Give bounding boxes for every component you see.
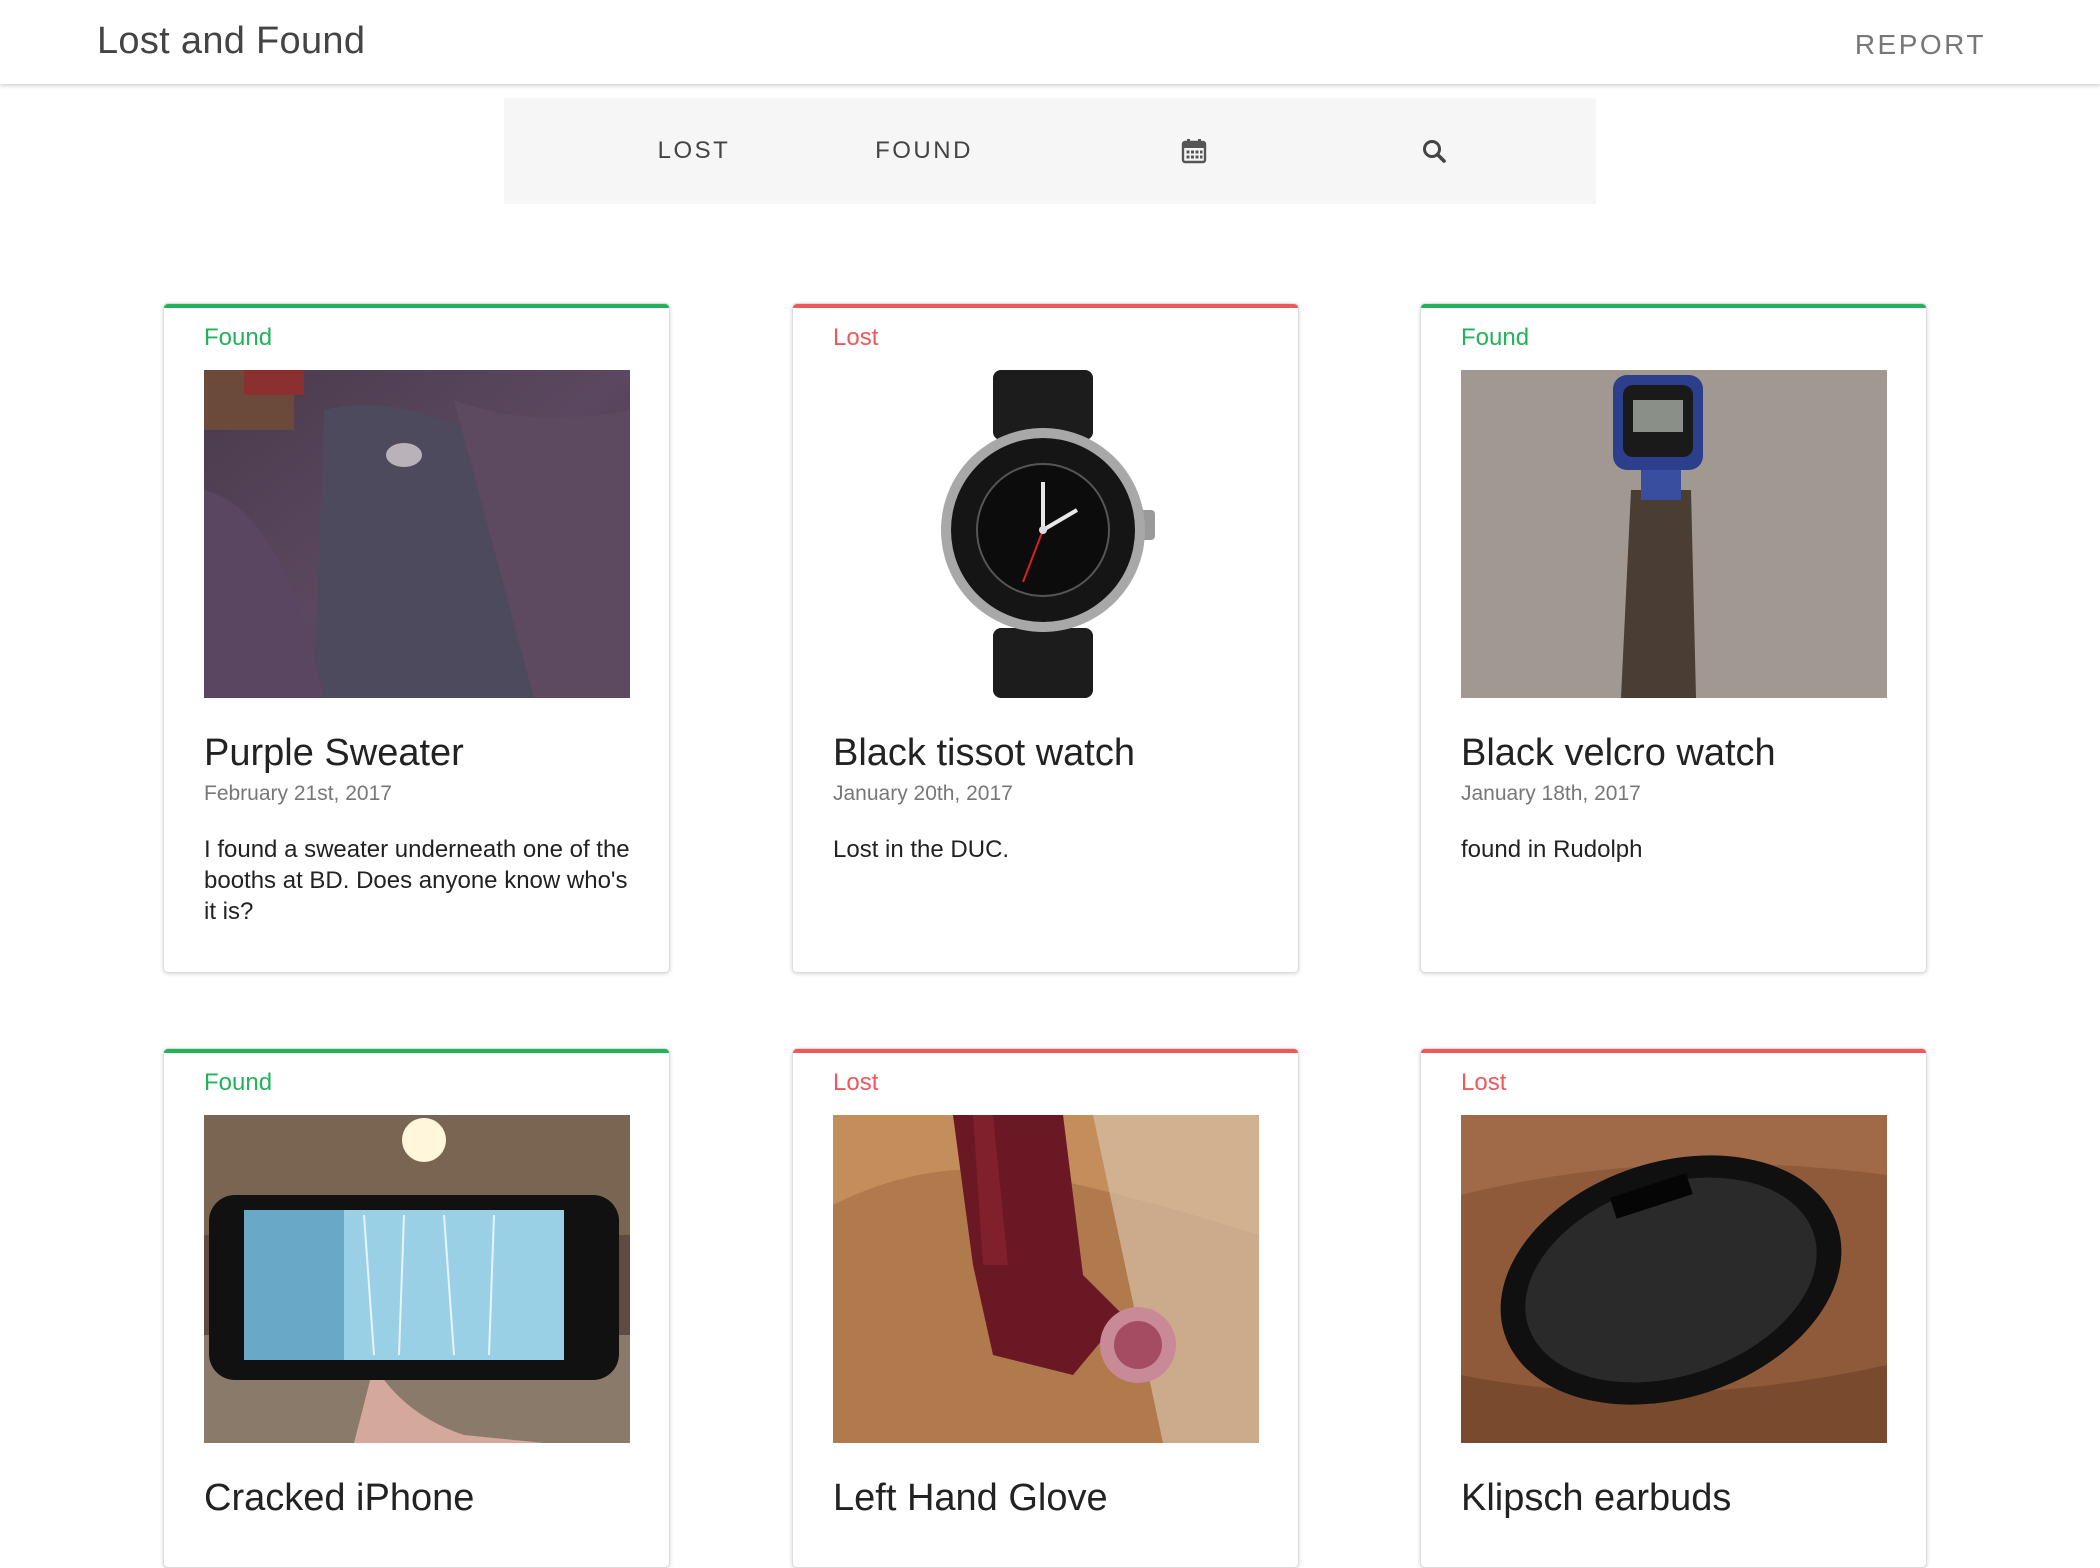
item-photo[interactable] <box>204 370 630 698</box>
filter-found-tab[interactable]: FOUND <box>844 98 1004 204</box>
item-title[interactable]: Purple Sweater <box>204 732 464 775</box>
top-navbar: Lost and Found REPORT <box>0 0 2100 84</box>
status-label: Found <box>1461 324 1530 351</box>
item-date: January 18th, 2017 <box>1461 782 1641 805</box>
status-label: Found <box>204 1069 273 1096</box>
item-card[interactable]: Found Cracked iPhone <box>163 1048 670 1568</box>
item-photo[interactable] <box>1461 1115 1887 1443</box>
item-photo[interactable] <box>833 1115 1259 1443</box>
status-bar <box>164 1049 669 1053</box>
calendar-button[interactable] <box>1144 98 1244 204</box>
item-title[interactable]: Black velcro watch <box>1461 732 1776 775</box>
calendar-icon <box>1181 139 1207 164</box>
status-bar <box>793 304 1298 308</box>
status-label: Lost <box>833 1069 879 1096</box>
item-card[interactable]: Lost Left Hand Glove <box>792 1048 1299 1568</box>
status-label: Lost <box>833 324 879 351</box>
item-date: February 21st, 2017 <box>204 782 392 805</box>
report-button[interactable]: REPORT <box>1855 29 1986 61</box>
app-title[interactable]: Lost and Found <box>97 20 365 63</box>
item-photo[interactable] <box>204 1115 630 1443</box>
item-description: I found a sweater underneath one of the … <box>204 836 630 925</box>
filter-lost-tab[interactable]: LOST <box>614 98 774 204</box>
search-button[interactable] <box>1384 98 1484 204</box>
status-bar <box>1421 1049 1926 1053</box>
item-card[interactable]: Found Purple Sweater February 21st, 2017… <box>163 303 670 973</box>
item-photo[interactable] <box>1461 370 1887 698</box>
item-card[interactable]: Found Black velcro watch January 18th, 2… <box>1420 303 1927 973</box>
item-title[interactable]: Black tissot watch <box>833 732 1135 775</box>
item-title[interactable]: Cracked iPhone <box>204 1477 474 1520</box>
filter-bar: LOST FOUND <box>504 98 1596 204</box>
item-photo[interactable] <box>833 370 1259 698</box>
item-card[interactable]: Lost Black tissot watch January 20th, 20… <box>792 303 1299 973</box>
item-description: Lost in the DUC. <box>833 836 1010 863</box>
item-card[interactable]: Lost Klipsch earbuds <box>1420 1048 1927 1568</box>
item-date: January 20th, 2017 <box>833 782 1013 805</box>
item-description: found in Rudolph <box>1461 836 1643 863</box>
status-bar <box>793 1049 1298 1053</box>
status-bar <box>1421 304 1926 308</box>
status-bar <box>164 304 669 308</box>
item-title[interactable]: Klipsch earbuds <box>1461 1477 1731 1520</box>
search-icon <box>1423 140 1446 163</box>
status-label: Lost <box>1461 1069 1507 1096</box>
item-title[interactable]: Left Hand Glove <box>833 1477 1108 1520</box>
status-label: Found <box>204 324 273 351</box>
